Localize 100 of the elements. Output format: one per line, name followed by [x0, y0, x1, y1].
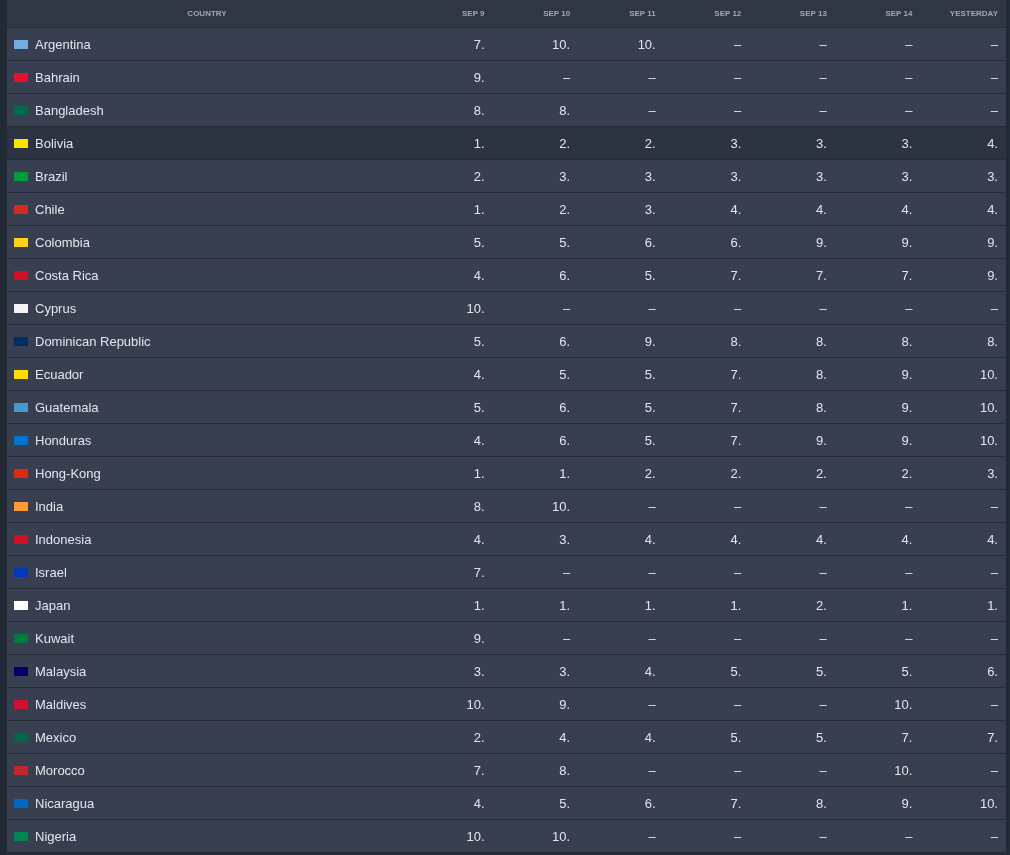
rank-value: 1.	[644, 597, 656, 613]
rank-value: 9.	[473, 69, 485, 85]
rank-value: 7.	[473, 762, 485, 778]
rank-value: –	[990, 498, 998, 514]
rank-value: 4.	[987, 531, 998, 547]
table-row[interactable]: Nicaragua 4. 5. 6. 7. 8. 9. 10.	[7, 787, 1006, 820]
table-row[interactable]: Mexico 2. 4. 4. 5. 5. 7. 7.	[7, 721, 1006, 754]
rank-value: 1.	[901, 597, 913, 613]
rank-value: 9.	[816, 432, 827, 448]
table-row[interactable]: Honduras 4. 6. 5. 7. 9. 9. 10.	[7, 424, 1006, 457]
column-header: SEP 14	[885, 9, 913, 18]
table-row[interactable]: Ecuador 4. 5. 5. 7. 8. 9. 10.	[7, 358, 1006, 391]
rank-value: 1.	[473, 597, 485, 613]
rank-value: 9.	[644, 333, 656, 349]
rank-value: 10.	[979, 399, 998, 415]
rank-value: 9.	[901, 399, 913, 415]
rank-value: 10.	[894, 696, 913, 712]
country-name: Kuwait	[35, 630, 75, 646]
rank-value: 6.	[559, 333, 571, 349]
table-row[interactable]: Argentina 7. 10. 10. – – – –	[7, 28, 1006, 61]
rank-value: 4.	[816, 201, 827, 217]
rank-value: 9.	[987, 234, 998, 250]
rank-value: 8.	[816, 399, 827, 415]
country-name: India	[35, 498, 64, 514]
country-name: Chile	[35, 201, 65, 217]
table-row[interactable]: Brazil 2. 3. 3. 3. 3. 3. 3.	[7, 160, 1006, 193]
rank-value: 3.	[644, 168, 656, 184]
rank-value: 4.	[473, 795, 485, 811]
rank-value: 7.	[473, 564, 485, 580]
country-name: Colombia	[35, 234, 90, 250]
rank-value: –	[905, 498, 913, 514]
rank-value: –	[819, 828, 827, 844]
country-name: Nicaragua	[35, 795, 95, 811]
table-row[interactable]: Nigeria 10. 10. – – – – –	[7, 820, 1006, 853]
rank-value: 5.	[901, 663, 913, 679]
country-name: Brazil	[35, 168, 68, 184]
rank-value: 6.	[644, 795, 656, 811]
country-name: Japan	[35, 597, 71, 613]
rank-value: 5.	[730, 663, 742, 679]
table-row[interactable]: Dominican Republic 5. 6. 9. 8. 8. 8. 8.	[7, 325, 1006, 358]
table-row[interactable]: Israel 7. – – – – – –	[7, 556, 1006, 589]
rank-value: 4.	[987, 201, 998, 217]
rank-value: 6.	[559, 432, 571, 448]
rank-value: 10.	[466, 300, 485, 316]
rank-value: 10.	[894, 762, 913, 778]
rank-value: –	[905, 630, 913, 646]
rank-value: 10.	[979, 432, 998, 448]
rank-value: –	[819, 564, 827, 580]
rank-value: 4.	[901, 201, 913, 217]
rank-value: –	[648, 102, 656, 118]
country-name: Bolivia	[35, 135, 74, 151]
rank-value: 10.	[552, 498, 571, 514]
rank-value: –	[648, 696, 656, 712]
rank-value: 8.	[901, 333, 913, 349]
table-row[interactable]: India 8. 10. – – – – –	[7, 490, 1006, 523]
table-row[interactable]: Chile 1. 2. 3. 4. 4. 4. 4.	[7, 193, 1006, 226]
rank-value: 1.	[730, 597, 742, 613]
rank-value: 8.	[987, 333, 998, 349]
rank-value: 1.	[473, 135, 485, 151]
rank-value: 3.	[559, 531, 571, 547]
table-row[interactable]: Cyprus 10. – – – – – –	[7, 292, 1006, 325]
rank-value: 2.	[901, 465, 913, 481]
rank-value: –	[648, 762, 656, 778]
rank-value: 8.	[730, 333, 742, 349]
country-name: Maldives	[35, 696, 87, 712]
rank-value: 9.	[473, 630, 485, 646]
rank-value: –	[648, 828, 656, 844]
rank-value: –	[990, 696, 998, 712]
rank-value: 10.	[552, 828, 571, 844]
rank-value: 3.	[816, 168, 827, 184]
rank-value: –	[819, 300, 827, 316]
country-name: Ecuador	[35, 366, 84, 382]
rank-value: –	[734, 36, 742, 52]
table-row[interactable]: Morocco 7. 8. – – – 10. –	[7, 754, 1006, 787]
rank-value: 4.	[473, 531, 485, 547]
rank-value: 4.	[730, 201, 742, 217]
rank-value: 1.	[559, 597, 571, 613]
rank-value: 5.	[473, 234, 485, 250]
rank-value: 5.	[559, 795, 571, 811]
table-row[interactable]: Bolivia 1. 2. 2. 3. 3. 3. 4.	[7, 127, 1006, 160]
table-row[interactable]: Maldives 10. 9. – – – 10. –	[7, 688, 1006, 721]
table-row[interactable]: Malaysia 3. 3. 4. 5. 5. 5. 6.	[7, 655, 1006, 688]
rank-value: –	[819, 696, 827, 712]
table-row[interactable]: Guatemala 5. 6. 5. 7. 8. 9. 10.	[7, 391, 1006, 424]
rank-value: 5.	[816, 729, 827, 745]
table-row[interactable]: Hong-Kong 1. 1. 2. 2. 2. 2. 3.	[7, 457, 1006, 490]
table-row[interactable]: Colombia 5. 5. 6. 6. 9. 9. 9.	[7, 226, 1006, 259]
table-row[interactable]: Indonesia 4. 3. 4. 4. 4. 4. 4.	[7, 523, 1006, 556]
rank-value: –	[648, 630, 656, 646]
country-name: Bangladesh	[35, 102, 104, 118]
rank-value: 8.	[473, 498, 485, 514]
country-name: Morocco	[35, 762, 85, 778]
table-row[interactable]: Japan 1. 1. 1. 1. 2. 1. 1.	[7, 589, 1006, 622]
rank-value: 7.	[730, 432, 742, 448]
rank-value: 4.	[644, 729, 656, 745]
table-row[interactable]: Kuwait 9. – – – – – –	[7, 622, 1006, 655]
rank-value: –	[819, 498, 827, 514]
rank-value: 4.	[473, 267, 485, 283]
table-row[interactable]: Bahrain 9. – – – – – –	[7, 61, 1006, 94]
table-row[interactable]: Costa Rica 4. 6. 5. 7. 7. 7. 9.	[7, 259, 1006, 292]
